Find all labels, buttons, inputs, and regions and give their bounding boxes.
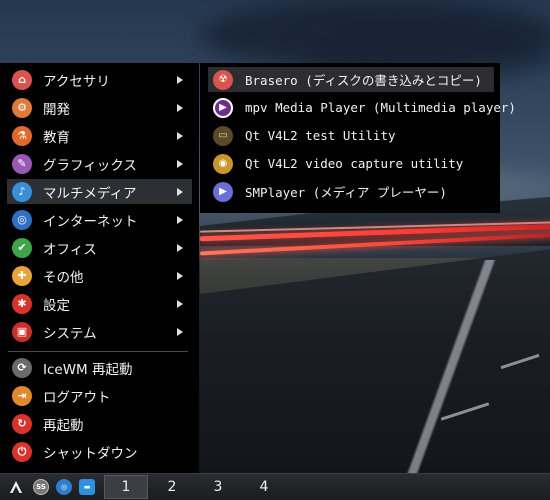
submenu-arrow-icon <box>177 103 183 112</box>
menu-item-label: インターネット <box>43 213 138 230</box>
submenu-item-smplayer[interactable]: ▶ SMPlayer (メディア プレーヤー) <box>208 179 494 204</box>
submenu-item-label: Qt V4L2 test Utility <box>245 128 396 143</box>
quicklaunch-screenshot[interactable]: SS <box>32 477 50 497</box>
workspace-button-2[interactable]: 2 <box>150 475 194 499</box>
menu-item-graphics[interactable]: ✎ グラフィックス <box>7 151 192 176</box>
reboot-icon: ↻ <box>12 413 32 434</box>
smplayer-icon: ▶ <box>213 181 233 202</box>
menu-item-office[interactable]: ✔ オフィス <box>7 235 192 260</box>
submenu-item-mpv[interactable]: ▶ mpv Media Player (Multimedia player) <box>208 95 516 120</box>
submenu-arrow-icon <box>177 243 183 252</box>
wallpaper-road-edge <box>330 260 550 480</box>
logout-icon: ⇥ <box>12 385 32 406</box>
submenu-item-label: Brasero (ディスクの書き込みとコピー) <box>245 73 482 88</box>
graphics-icon: ✎ <box>12 153 32 174</box>
submenu-item-label: Qt V4L2 video capture utility <box>245 156 464 171</box>
brasero-icon: ☢ <box>213 69 233 90</box>
menu-item-reboot[interactable]: ↻ 再起動 <box>7 411 192 436</box>
menu-item-multimedia[interactable]: ♪ マルチメディア <box>7 179 192 204</box>
file-manager-icon: ▬ <box>79 479 95 495</box>
education-icon: ⚗ <box>12 125 32 146</box>
menu-item-label: グラフィックス <box>43 157 137 174</box>
menu-item-restart-icewm[interactable]: ⟳ IceWM 再起動 <box>7 355 192 380</box>
qv4l2-test-icon: ▭ <box>213 125 233 146</box>
development-icon: ⚙ <box>12 97 32 118</box>
submenu-arrow-icon <box>177 327 183 336</box>
start-menu: ⌂ アクセサリ ⚙ 開発 ⚗ 教育 ✎ グラフィックス ♪ マルチメディア ◎ … <box>0 63 199 473</box>
quicklaunch-web-browser[interactable]: ◎ <box>55 477 73 497</box>
menu-item-development[interactable]: ⚙ 開発 <box>7 95 192 120</box>
workspace-button-1[interactable]: 1 <box>104 475 148 499</box>
multimedia-submenu: ☢ Brasero (ディスクの書き込みとコピー) ▶ mpv Media Pl… <box>200 63 516 213</box>
menu-item-other[interactable]: ✚ その他 <box>7 263 192 288</box>
menu-item-label: その他 <box>43 269 84 286</box>
office-icon: ✔ <box>12 237 32 258</box>
mpv-icon: ▶ <box>213 97 233 118</box>
start-menu-button[interactable] <box>6 477 26 497</box>
quicklaunch-file-manager[interactable]: ▬ <box>78 477 96 497</box>
menu-item-accessories[interactable]: ⌂ アクセサリ <box>7 67 192 92</box>
web-browser-icon: ◎ <box>56 479 72 495</box>
qv4l2-capture-icon: ◉ <box>213 153 233 174</box>
restart-wm-icon: ⟳ <box>12 357 32 378</box>
accessories-icon: ⌂ <box>12 69 32 90</box>
screenshot-icon: SS <box>33 479 49 495</box>
submenu-arrow-icon <box>177 131 183 140</box>
settings-icon: ✱ <box>12 293 32 314</box>
submenu-item-label: mpv Media Player (Multimedia player) <box>245 100 516 115</box>
menu-item-education[interactable]: ⚗ 教育 <box>7 123 192 148</box>
menu-item-label: IceWM 再起動 <box>43 361 133 378</box>
menu-item-settings[interactable]: ✱ 設定 <box>7 291 192 316</box>
submenu-item-brasero[interactable]: ☢ Brasero (ディスクの書き込みとコピー) <box>208 67 494 92</box>
menu-item-label: 開発 <box>43 101 70 118</box>
menu-item-system[interactable]: ▣ システム <box>7 319 192 344</box>
menu-item-label: システム <box>43 325 97 342</box>
menu-item-label: 設定 <box>43 297 70 314</box>
submenu-arrow-icon <box>177 75 183 84</box>
menu-item-label: ログアウト <box>43 389 111 406</box>
menu-item-internet[interactable]: ◎ インターネット <box>7 207 192 232</box>
internet-icon: ◎ <box>12 209 32 230</box>
menu-item-label: アクセサリ <box>43 73 110 90</box>
taskbar: SS ◎ ▬ 1 2 3 4 <box>0 473 550 500</box>
submenu-arrow-icon <box>177 187 183 196</box>
workspace-button-3[interactable]: 3 <box>196 475 240 499</box>
submenu-item-label: SMPlayer (メディア プレーヤー) <box>245 185 447 200</box>
menu-item-label: シャットダウン <box>43 445 138 462</box>
menu-separator <box>8 351 188 352</box>
shutdown-icon: ⏻ <box>12 441 32 462</box>
menu-item-label: マルチメディア <box>43 185 137 202</box>
menu-item-label: 教育 <box>43 129 70 146</box>
multimedia-icon: ♪ <box>12 181 32 202</box>
menu-item-label: オフィス <box>43 241 97 258</box>
icewm-logo-icon <box>10 481 22 493</box>
menu-item-label: 再起動 <box>43 417 84 434</box>
menu-item-logout[interactable]: ⇥ ログアウト <box>7 383 192 408</box>
submenu-item-qv4l2-capture[interactable]: ◉ Qt V4L2 video capture utility <box>208 151 494 176</box>
submenu-item-qv4l2-test[interactable]: ▭ Qt V4L2 test Utility <box>208 123 494 148</box>
system-icon: ▣ <box>12 321 32 342</box>
workspace-button-4[interactable]: 4 <box>242 475 286 499</box>
submenu-arrow-icon <box>177 215 183 224</box>
submenu-arrow-icon <box>177 271 183 280</box>
other-icon: ✚ <box>12 265 32 286</box>
menu-item-shutdown[interactable]: ⏻ シャットダウン <box>7 439 192 464</box>
submenu-arrow-icon <box>177 159 183 168</box>
submenu-arrow-icon <box>177 299 183 308</box>
